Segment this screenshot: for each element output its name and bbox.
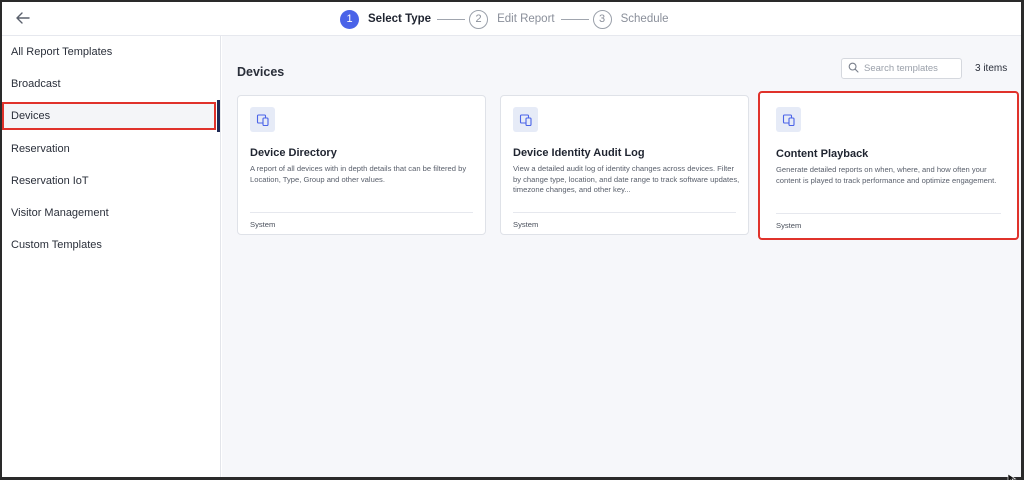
search-icon: [848, 60, 859, 78]
step-number: 2: [469, 9, 489, 29]
card-title: Device Directory: [250, 147, 337, 159]
search-input[interactable]: [864, 63, 960, 74]
step-number: 3: [592, 9, 612, 29]
sidebar-item-custom-templates[interactable]: Custom Templates: [2, 231, 221, 259]
step-edit-report[interactable]: 2 Edit Report: [469, 9, 555, 29]
sidebar: All Report Templates Broadcast Devices R…: [2, 36, 221, 477]
card-source: System: [513, 220, 539, 229]
card-description: Generate detailed reports on when, where…: [776, 165, 997, 185]
step-select-type[interactable]: 1 Select Type: [340, 9, 432, 29]
card-description: A report of all devices with in depth de…: [250, 164, 467, 184]
page-title: Devices: [237, 65, 285, 79]
step-label: Select Type: [368, 13, 432, 25]
step-connector: [560, 18, 589, 20]
sidebar-item-broadcast[interactable]: Broadcast: [2, 70, 221, 98]
step-label: Edit Report: [497, 13, 555, 25]
step-schedule[interactable]: 3 Schedule: [592, 9, 669, 29]
card-divider: [250, 212, 473, 213]
back-arrow-icon[interactable]: [12, 8, 34, 28]
template-card-content-playback[interactable]: Content Playback Generate detailed repor…: [758, 91, 1019, 240]
sidebar-item-devices[interactable]: Devices: [2, 102, 216, 130]
main-content: Devices 3 items Device Directory A repor…: [222, 36, 1021, 477]
sidebar-item-visitor-management[interactable]: Visitor Management: [2, 199, 221, 227]
devices-icon: [250, 107, 275, 132]
sidebar-item-reservation[interactable]: Reservation: [2, 135, 221, 163]
sidebar-item-all-report-templates[interactable]: All Report Templates: [2, 38, 221, 66]
mouse-cursor-icon: [1007, 470, 1017, 480]
card-source: System: [776, 221, 802, 230]
devices-icon: [776, 107, 801, 132]
card-source: System: [250, 220, 276, 229]
card-divider: [776, 213, 1001, 214]
template-card-device-identity-audit-log[interactable]: Device Identity Audit Log View a detaile…: [500, 95, 749, 235]
devices-icon: [513, 107, 538, 132]
template-card-device-directory[interactable]: Device Directory A report of all devices…: [237, 95, 486, 235]
top-bar: 1 Select Type 2 Edit Report 3 Schedule: [2, 2, 1021, 36]
sidebar-item-reservation-iot[interactable]: Reservation IoT: [2, 167, 221, 195]
item-count: 3 items: [975, 63, 1008, 74]
stepper: 1 Select Type 2 Edit Report 3 Schedule: [340, 6, 669, 32]
card-title: Content Playback: [776, 148, 869, 160]
sidebar-scroll-indicator: [217, 100, 220, 132]
step-connector: [437, 18, 466, 20]
card-description: View a detailed audit log of identity ch…: [513, 164, 740, 195]
step-number: 1: [340, 9, 359, 29]
card-title: Device Identity Audit Log: [513, 147, 645, 159]
step-label: Schedule: [620, 13, 669, 25]
card-divider: [513, 212, 736, 213]
search-box[interactable]: [841, 58, 962, 79]
